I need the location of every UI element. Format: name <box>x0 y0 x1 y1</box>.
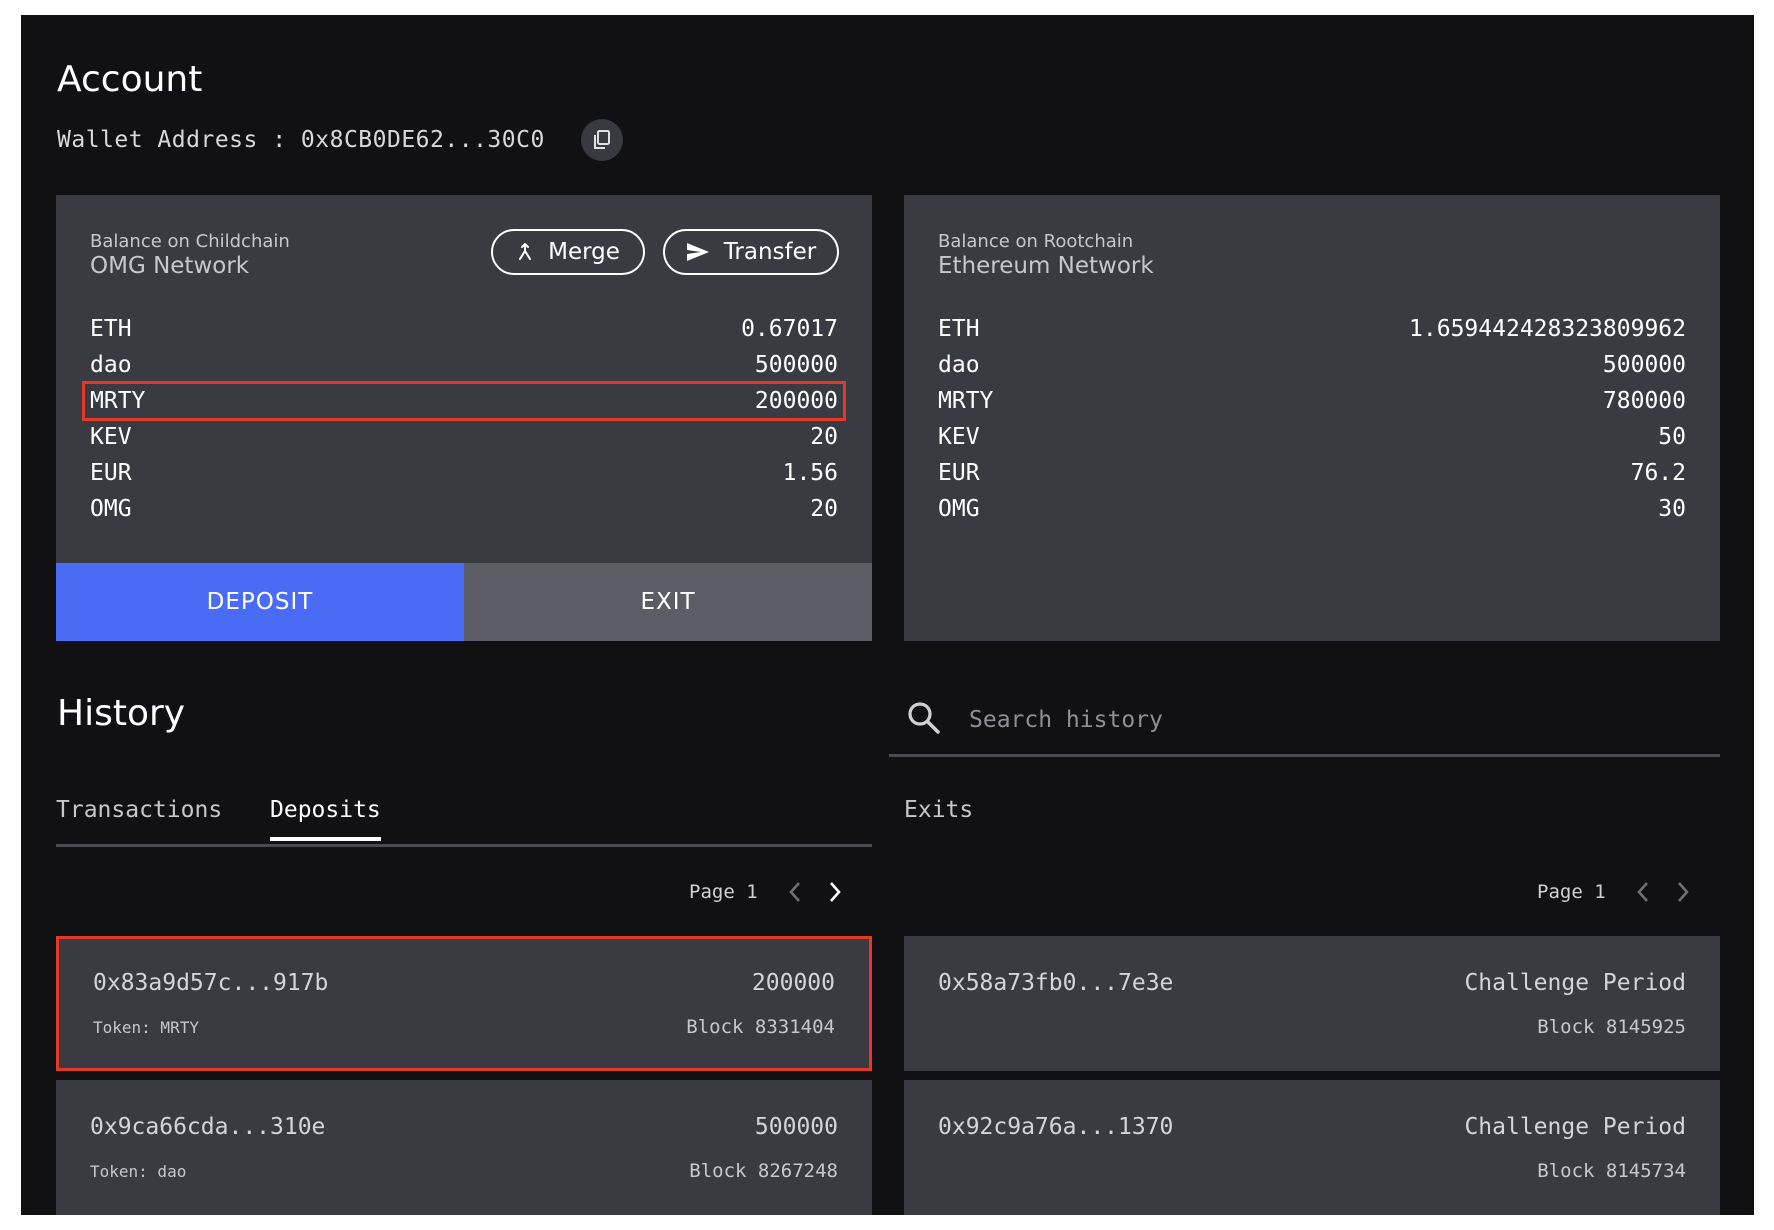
merge-button[interactable]: Merge <box>491 229 645 275</box>
balance-row-eth: ETH 1.659442428323809962 <box>938 311 1686 347</box>
rootchain-balance-panel: Balance on Rootchain Ethereum Network ET… <box>904 195 1720 641</box>
page-indicator: Page 1 <box>689 881 758 903</box>
exit-card[interactable]: 0x58a73fb0...7e3e Challenge Period Block… <box>904 936 1720 1071</box>
balance-row-eur: EUR 1.56 <box>90 455 838 491</box>
next-page-button[interactable] <box>1668 877 1698 907</box>
chevron-left-icon <box>1636 882 1648 902</box>
deposits-pagination: Page 1 <box>689 877 850 907</box>
token-name: OMG <box>90 496 132 522</box>
token-name: MRTY <box>938 388 994 414</box>
deposit-amount: 500000 <box>754 1114 838 1140</box>
deposit-block: Block 8267248 <box>689 1160 838 1182</box>
balance-row-dao: dao 500000 <box>938 347 1686 383</box>
chevron-left-icon <box>788 882 800 902</box>
childchain-subtitle: Balance on Childchain <box>90 231 290 252</box>
exit-hash: 0x92c9a76a...1370 <box>938 1114 1174 1140</box>
wallet-address: Wallet Address : 0x8CB0DE62...30C0 <box>57 127 545 153</box>
childchain-balance-list: ETH 0.67017 dao 500000 MRTY 200000 KEV 2… <box>82 311 846 527</box>
deposit-block: Block 8331404 <box>686 1016 835 1038</box>
deposit-card[interactable]: 0x9ca66cda...310e 500000 Token: dao Bloc… <box>56 1080 872 1215</box>
chevron-right-icon <box>829 882 841 902</box>
copy-address-button[interactable] <box>580 119 623 161</box>
token-amount: 1.56 <box>782 460 838 486</box>
token-amount: 30 <box>1658 496 1686 522</box>
deposit-token: Token: MRTY <box>93 1018 199 1037</box>
balance-row-mrty: MRTY 780000 <box>938 383 1686 419</box>
prev-page-button[interactable] <box>1628 877 1658 907</box>
history-tabs: Transactions Deposits <box>56 783 872 847</box>
merge-icon <box>519 243 532 260</box>
search-history-bar <box>889 685 1720 757</box>
token-name: ETH <box>90 316 132 342</box>
token-amount: 50 <box>1658 424 1686 450</box>
balance-row-eur: EUR 76.2 <box>938 455 1686 491</box>
deposit-card[interactable]: 0x83a9d57c...917b 200000 Token: MRTY Blo… <box>56 936 872 1071</box>
token-amount: 1.659442428323809962 <box>1409 316 1686 342</box>
exits-heading: Exits <box>904 797 974 823</box>
token-name: dao <box>938 352 980 378</box>
deposit-hash: 0x83a9d57c...917b <box>93 970 329 996</box>
token-name: KEV <box>938 424 980 450</box>
transfer-label: Transfer <box>723 239 817 265</box>
page-indicator: Page 1 <box>1537 881 1606 903</box>
merge-label: Merge <box>548 239 620 265</box>
next-page-button[interactable] <box>820 877 850 907</box>
deposit-hash: 0x9ca66cda...310e <box>90 1114 326 1140</box>
chevron-right-icon <box>1677 882 1689 902</box>
history-title: History <box>57 693 186 734</box>
balance-row-eth: ETH 0.67017 <box>90 311 838 347</box>
rootchain-network: Ethereum Network <box>938 253 1154 279</box>
token-amount: 20 <box>810 424 838 450</box>
balance-row-omg: OMG 20 <box>90 491 838 527</box>
exits-pagination: Page 1 <box>1537 877 1698 907</box>
transfer-button[interactable]: Transfer <box>663 229 839 275</box>
exit-hash: 0x58a73fb0...7e3e <box>938 970 1174 996</box>
deposit-button[interactable]: DEPOSIT <box>56 563 464 641</box>
childchain-balance-panel: Balance on Childchain OMG Network Merge … <box>56 195 872 641</box>
token-amount: 76.2 <box>1630 460 1686 486</box>
tab-transactions[interactable]: Transactions <box>56 797 222 837</box>
token-name: EUR <box>938 460 980 486</box>
exit-card[interactable]: 0x92c9a76a...1370 Challenge Period Block… <box>904 1080 1720 1215</box>
deposit-amount: 200000 <box>751 970 835 996</box>
token-amount: 500000 <box>754 352 838 378</box>
exit-status: Challenge Period <box>1464 1114 1686 1140</box>
balance-row-omg: OMG 30 <box>938 491 1686 527</box>
wallet-address-row: Wallet Address : 0x8CB0DE62...30C0 <box>57 119 623 161</box>
prev-page-button[interactable] <box>780 877 810 907</box>
exit-block: Block 8145734 <box>1537 1160 1686 1182</box>
exit-status: Challenge Period <box>1464 970 1686 996</box>
token-name: ETH <box>938 316 980 342</box>
token-amount: 780000 <box>1602 388 1686 414</box>
balance-row-dao: dao 500000 <box>90 347 838 383</box>
balance-row-kev: KEV 50 <box>938 419 1686 455</box>
deposit-token: Token: dao <box>90 1162 187 1181</box>
copy-icon <box>593 130 610 149</box>
childchain-action-bar: DEPOSIT EXIT <box>56 563 872 641</box>
rootchain-subtitle: Balance on Rootchain <box>938 231 1134 252</box>
token-name: OMG <box>938 496 980 522</box>
rootchain-balance-list: ETH 1.659442428323809962 dao 500000 MRTY… <box>938 311 1686 527</box>
search-icon <box>908 702 940 734</box>
token-name: dao <box>90 352 132 378</box>
token-name: EUR <box>90 460 132 486</box>
token-amount: 20 <box>810 496 838 522</box>
app-window: Account Wallet Address : 0x8CB0DE62...30… <box>21 15 1754 1215</box>
search-input[interactable] <box>967 699 1671 741</box>
token-name: KEV <box>90 424 132 450</box>
exit-button[interactable]: EXIT <box>464 563 872 641</box>
token-name: MRTY <box>90 388 146 414</box>
send-icon <box>686 243 709 261</box>
tab-deposits[interactable]: Deposits <box>270 797 381 841</box>
token-amount: 200000 <box>754 388 838 414</box>
balance-row-mrty: MRTY 200000 <box>82 381 846 421</box>
childchain-network: OMG Network <box>90 253 250 279</box>
token-amount: 0.67017 <box>741 316 838 342</box>
balance-row-kev: KEV 20 <box>90 419 838 455</box>
exit-block: Block 8145925 <box>1537 1016 1686 1038</box>
page-title: Account <box>57 59 203 100</box>
token-amount: 500000 <box>1602 352 1686 378</box>
